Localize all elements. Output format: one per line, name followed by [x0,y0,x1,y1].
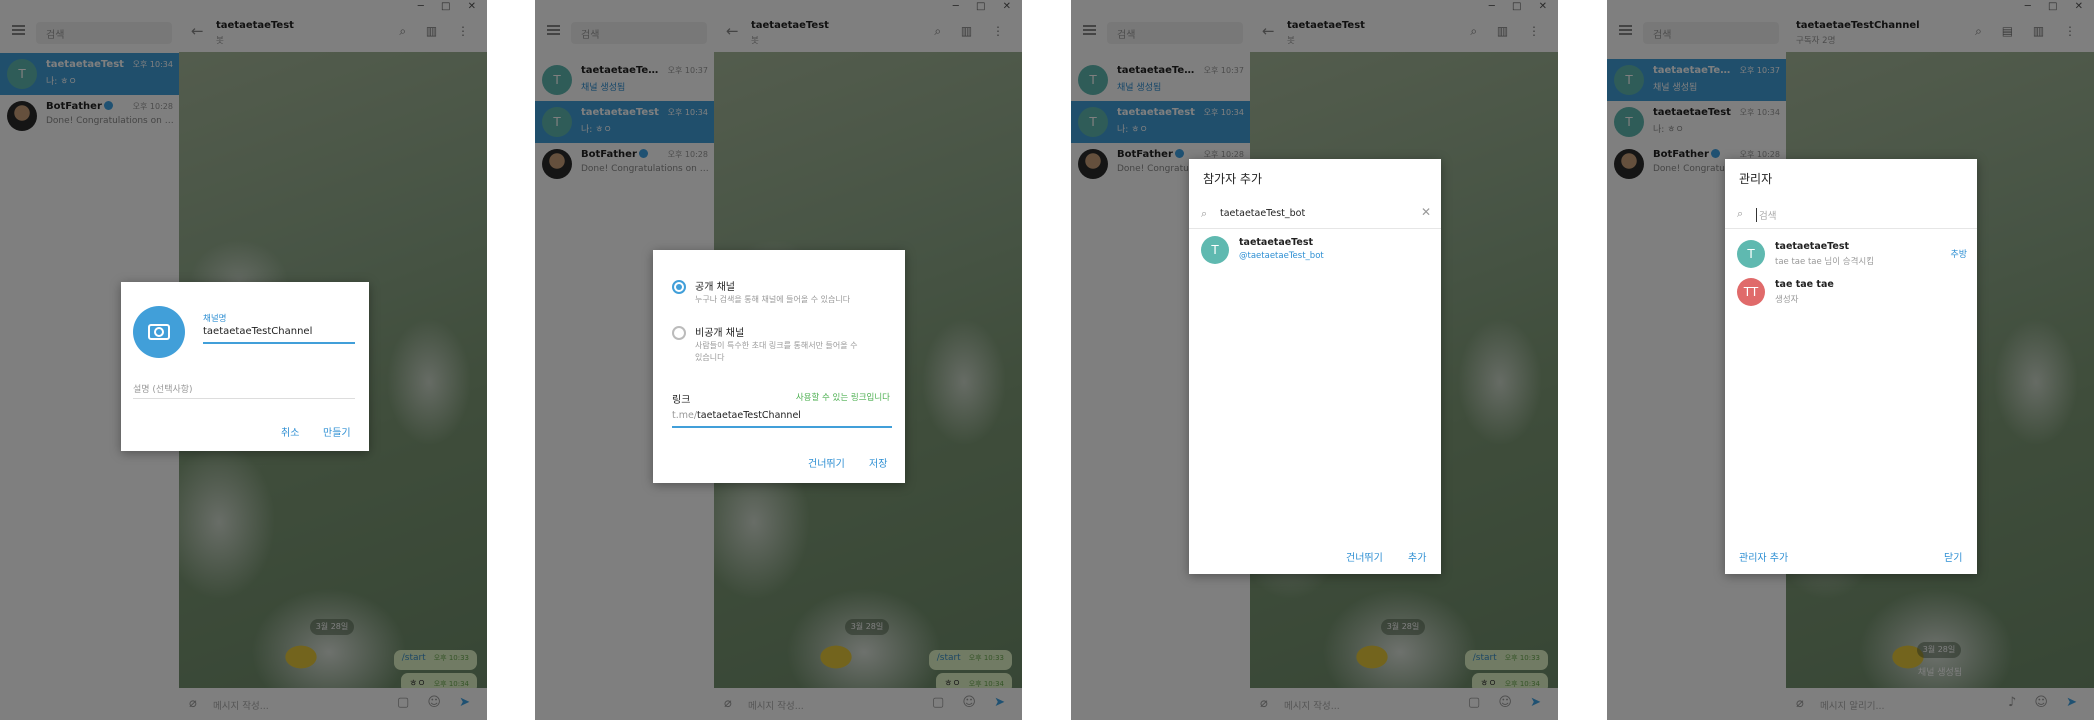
search-icon: ⌕ [1201,207,1208,220]
add-admin-button[interactable]: 관리자 추가 [1739,549,1788,564]
dialog-title: 관리자 [1739,172,1773,186]
screenshot-panel-channel-type: ─ □ ✕ 검색 T taetaetaeTestChannel 오후 10:37… [535,0,1022,720]
screenshot-panel-create-channel: ─ □ ✕ 검색 T taetaetaeTest 오후 10:34 나: ㅎㅇ … [0,0,487,720]
admin-name: tae tae tae [1775,279,1834,290]
admin-role: 생성자 [1775,295,1799,305]
member-search-input[interactable]: taetaetaeTest_bot [1220,208,1305,219]
admin-role: tae tae tae 님이 승격시킴 [1775,257,1875,267]
avatar: TT [1737,278,1765,306]
admin-name: taetaetaeTest [1775,241,1850,252]
link-prefix: t.me/ [672,410,698,421]
link-value: taetaetaeTestChannel [697,410,801,421]
dialog-title: 참가자 추가 [1203,172,1263,186]
avatar: T [1201,236,1229,264]
search-result-item[interactable]: T taetaetaeTest @taetaetaeTest_bot [1189,231,1441,271]
private-channel-desc: 사람들이 특수한 초대 링크를 통해서만 들어올 수 [695,341,858,350]
admin-search-input[interactable]: 검색 [1756,208,1776,222]
avatar: T [1737,240,1765,268]
cancel-button[interactable]: 취소 [281,424,299,439]
skip-button[interactable]: 건너뛰기 [1346,549,1383,564]
add-button[interactable]: 추가 [1408,549,1426,564]
add-members-dialog: 참가자 추가 ⌕ taetaetaeTest_bot ✕ T taetaetae… [1189,159,1441,574]
close-button[interactable]: 닫기 [1944,549,1962,564]
divider [1725,228,1977,229]
search-icon: ⌕ [1737,207,1744,220]
channel-name-label: 채널명 [203,314,227,324]
admin-list-item[interactable]: T taetaetaeTest tae tae tae 님이 승격시킴 추방 [1725,236,1977,274]
administrators-dialog: 관리자 ⌕ 검색 T taetaetaeTest tae tae tae 님이 … [1725,159,1977,574]
screenshot-panel-administrators: ─ □ ✕ 검색 T taetaetaeTestChannel 오후 10:37… [1607,0,2094,720]
private-channel-desc-2: 있습니다 [695,353,725,362]
link-status: 사용할 수 있는 링크입니다 [795,393,890,403]
kick-button[interactable]: 추방 [1950,247,1967,260]
channel-description-input[interactable]: 설명 (선택사항) [133,382,355,399]
screenshot-panel-add-members: ─ □ ✕ 검색 T taetaetaeTestChannel 오후 10:37… [1071,0,1558,720]
divider [1189,228,1441,229]
result-handle: @taetaetaeTest_bot [1239,251,1324,261]
link-input[interactable]: t.me/taetaetaeTestChannel [672,410,892,428]
admin-list-item[interactable]: TT tae tae tae 생성자 [1725,274,1977,312]
skip-button[interactable]: 건너뛰기 [808,455,845,470]
link-label: 링크 [672,395,691,406]
result-name: taetaetaeTest [1239,237,1314,248]
private-channel-radio[interactable] [672,326,686,340]
private-channel-title: 비공개 채널 [695,328,745,339]
public-channel-title: 공개 채널 [695,282,735,293]
create-channel-dialog: 채널명 taetaetaeTestChannel 설명 (선택사항) 취소 만들… [121,282,369,451]
create-button[interactable]: 만들기 [323,424,351,439]
public-channel-desc: 누구나 검색을 통해 채널에 들어올 수 있습니다 [695,295,851,304]
clear-search-icon[interactable]: ✕ [1421,205,1431,219]
channel-name-input[interactable]: taetaetaeTestChannel [203,326,355,344]
channel-type-dialog: 공개 채널 누구나 검색을 통해 채널에 들어올 수 있습니다 비공개 채널 사… [653,250,905,483]
save-button[interactable]: 저장 [869,455,887,470]
channel-photo-button[interactable] [133,306,185,358]
public-channel-radio[interactable] [672,280,686,294]
